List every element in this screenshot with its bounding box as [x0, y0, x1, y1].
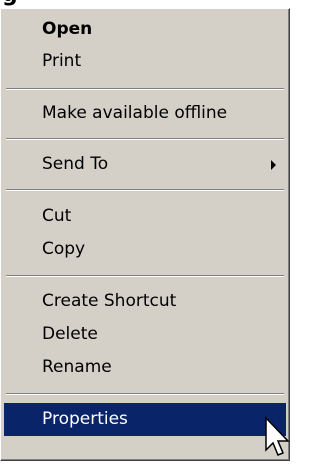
menu-item-cut[interactable]: Cut [4, 200, 286, 233]
menu-item-send-to[interactable]: Send To [4, 148, 286, 181]
partial-text: g [2, 0, 18, 6]
menu-item-make-available-offline[interactable]: Make available offline [4, 97, 286, 130]
menu-separator [6, 189, 284, 191]
menu-item-copy[interactable]: Copy [4, 233, 286, 266]
menu-item-send-to-label: Send To [42, 154, 109, 174]
chevron-right-icon [271, 160, 276, 170]
menu-separator [6, 88, 284, 90]
menu-separator [6, 275, 284, 277]
menu-item-open[interactable]: Open [4, 13, 286, 46]
menu-separator [6, 138, 284, 140]
context-menu: Open Print Make available offline Send T… [0, 8, 290, 461]
mouse-pointer-icon [265, 416, 290, 456]
menu-item-properties[interactable]: Properties [4, 403, 286, 436]
background-partial-text: g [0, 0, 292, 8]
menu-separator [6, 393, 284, 395]
menu-item-print[interactable]: Print [4, 45, 286, 78]
menu-item-delete[interactable]: Delete [4, 318, 286, 351]
menu-item-create-shortcut[interactable]: Create Shortcut [4, 285, 286, 318]
menu-item-rename[interactable]: Rename [4, 351, 286, 384]
